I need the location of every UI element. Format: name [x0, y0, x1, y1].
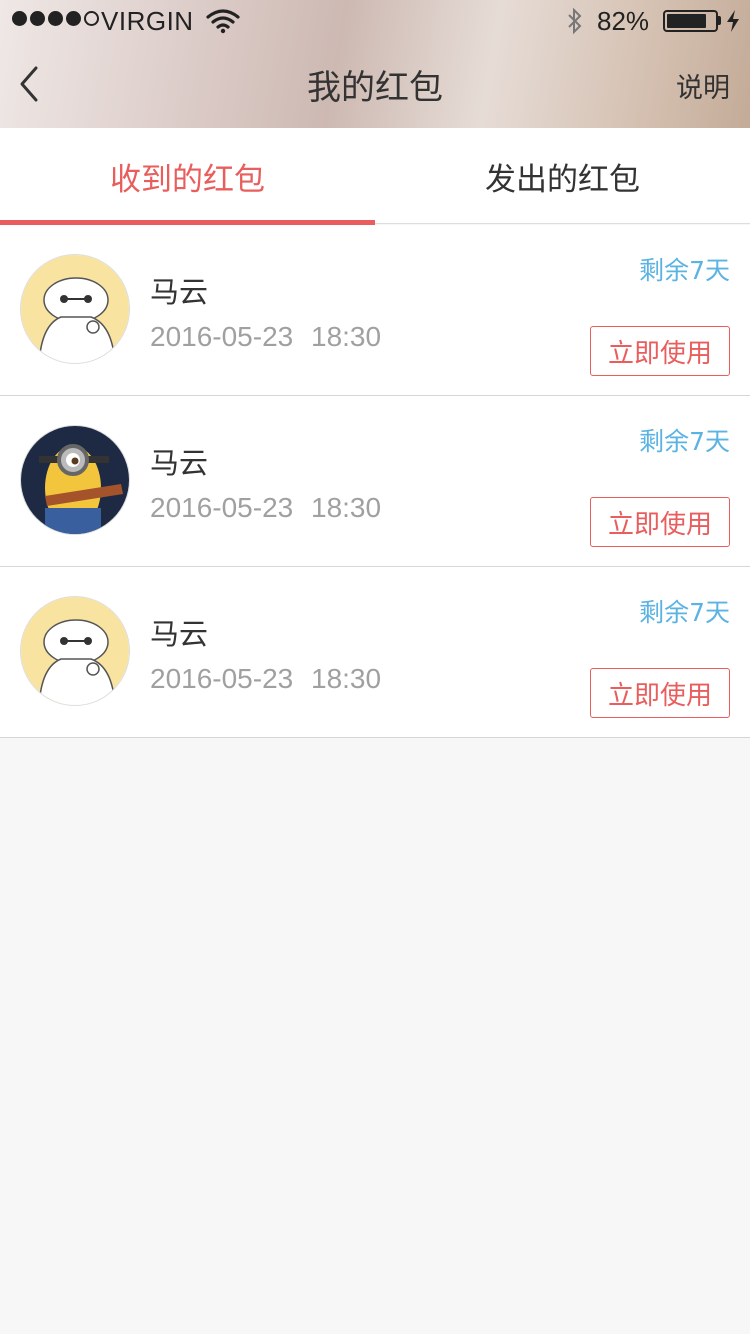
received-time: 2016-05-23 18:30 — [150, 663, 382, 694]
baymax-avatar — [20, 254, 130, 364]
remaining-days: 剩余7天 — [639, 427, 730, 456]
minion-avatar — [20, 425, 130, 535]
carrier-name: VIRGIN — [101, 6, 194, 36]
signal-strength-icon — [12, 11, 99, 26]
tab-sent[interactable]: 发出的红包 — [375, 128, 750, 224]
received-time: 2016-05-23 18:30 — [150, 492, 382, 523]
list-item[interactable]: 马云 2016-05-23 18:30 剩余7天 立即使用 — [0, 567, 750, 738]
battery-level — [667, 14, 706, 28]
baymax-avatar — [20, 596, 130, 706]
status-bar: VIRGIN 82% — [0, 0, 750, 40]
remaining-days: 剩余7天 — [639, 256, 730, 285]
tab-received[interactable]: 收到的红包 — [0, 128, 375, 225]
battery-percent: 82% — [597, 6, 650, 36]
list-item[interactable]: 马云 2016-05-23 18:30 剩余7天 立即使用 — [0, 225, 750, 396]
red-envelope-list: 马云 2016-05-23 18:30 剩余7天 立即使用 马云 2016-05… — [0, 225, 750, 738]
help-link[interactable]: 说明 — [676, 66, 730, 105]
list-item[interactable]: 马云 2016-05-23 18:30 剩余7天 立即使用 — [0, 396, 750, 567]
navigation-header: VIRGIN 82% 我的红包 说明 — [0, 0, 750, 128]
use-now-button[interactable]: 立即使用 — [590, 668, 730, 718]
remaining-days: 剩余7天 — [639, 598, 730, 627]
use-now-button[interactable]: 立即使用 — [590, 497, 730, 547]
tab-bar: 收到的红包 发出的红包 — [0, 128, 750, 225]
use-now-button[interactable]: 立即使用 — [590, 326, 730, 376]
bluetooth-icon — [566, 7, 584, 40]
battery-icon — [663, 10, 718, 32]
charging-icon — [726, 10, 740, 37]
wifi-icon — [206, 8, 240, 39]
sender-name: 马云 — [150, 617, 209, 651]
sender-name: 马云 — [150, 275, 209, 309]
sender-name: 马云 — [150, 446, 209, 480]
received-time: 2016-05-23 18:30 — [150, 321, 382, 352]
page-title: 我的红包 — [307, 68, 443, 108]
